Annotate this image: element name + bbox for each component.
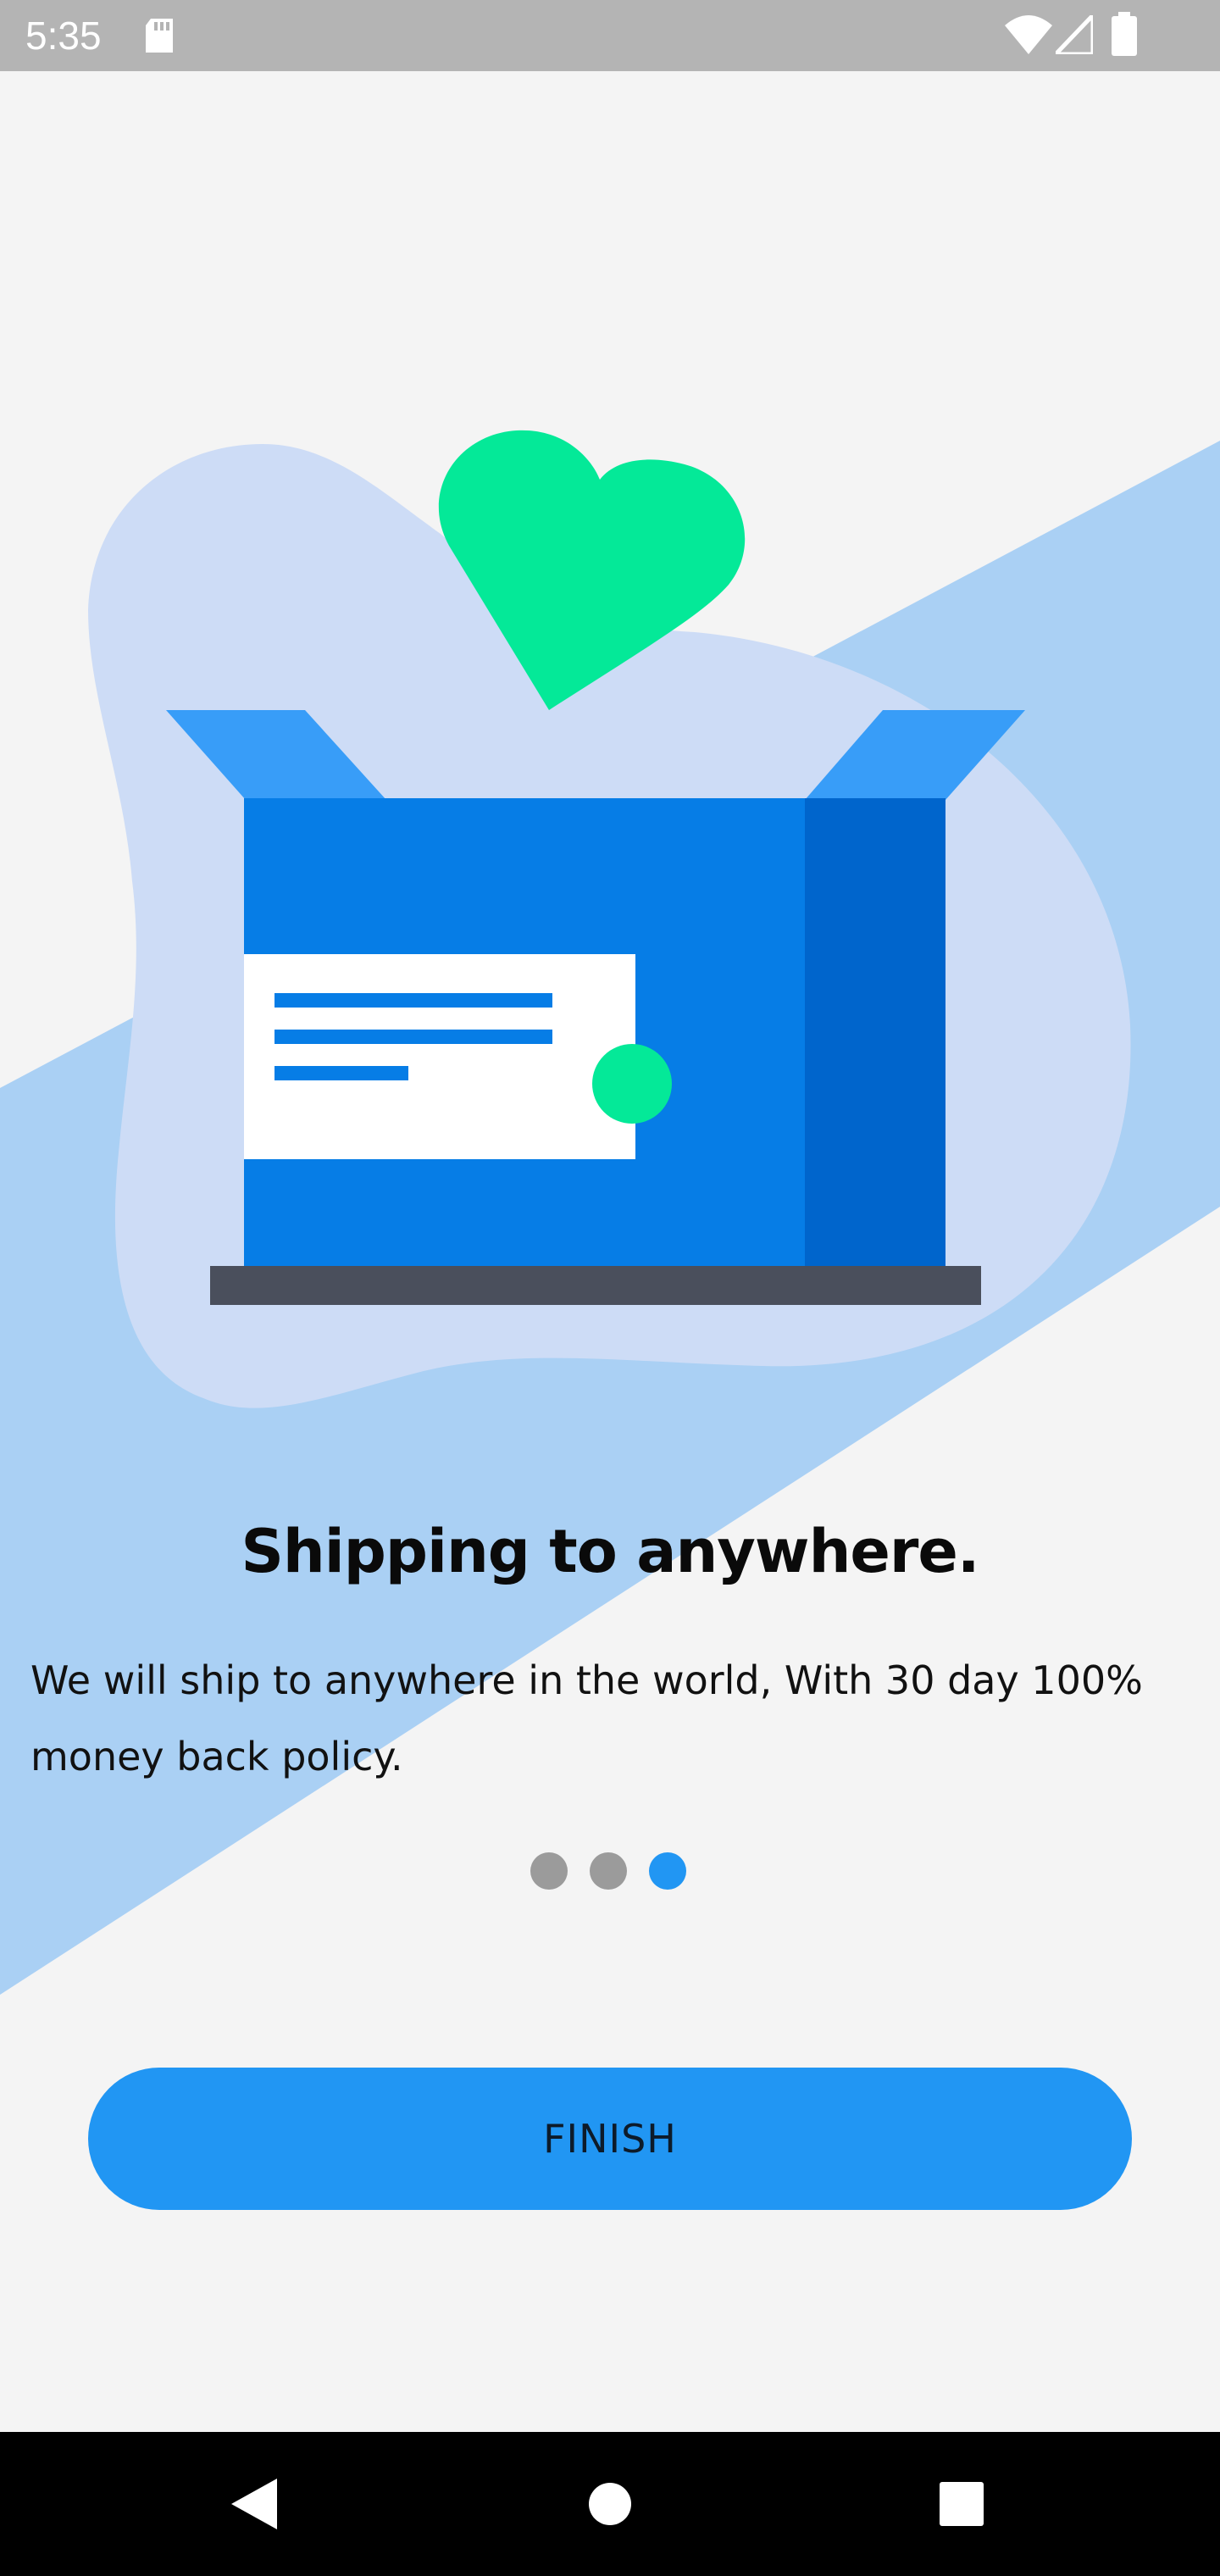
status-time: 5:35 xyxy=(25,14,102,58)
box-side xyxy=(805,798,946,1274)
home-icon xyxy=(589,2483,631,2525)
back-button[interactable] xyxy=(182,2432,326,2576)
shipping-box-illustration xyxy=(88,430,1131,1408)
page-dot-1[interactable] xyxy=(530,1852,568,1890)
status-bar: 5:35 xyxy=(0,0,1220,71)
navigation-bar xyxy=(0,2432,1220,2576)
box-base xyxy=(210,1266,981,1305)
page-indicator xyxy=(530,1852,686,1890)
sd-card-icon xyxy=(146,19,173,53)
recents-button[interactable] xyxy=(890,2432,1034,2576)
label-line xyxy=(274,993,552,1008)
label-line xyxy=(274,1030,552,1044)
back-icon xyxy=(231,2479,277,2529)
page-dot-2[interactable] xyxy=(590,1852,627,1890)
page-dot-3-active[interactable] xyxy=(649,1852,686,1890)
shipping-label xyxy=(244,954,635,1159)
finish-button[interactable]: FINISH xyxy=(88,2068,1132,2210)
label-seal xyxy=(592,1044,672,1124)
wifi-icon xyxy=(1005,15,1052,54)
home-button[interactable] xyxy=(538,2432,682,2576)
cellular-signal-icon xyxy=(1056,15,1093,54)
recents-icon xyxy=(940,2482,984,2526)
page-title: Shipping to anywhere. xyxy=(241,1517,980,1586)
label-line xyxy=(274,1066,408,1080)
page-description: We will ship to anywhere in the world, W… xyxy=(30,1657,1143,1779)
battery-icon xyxy=(1112,12,1137,56)
